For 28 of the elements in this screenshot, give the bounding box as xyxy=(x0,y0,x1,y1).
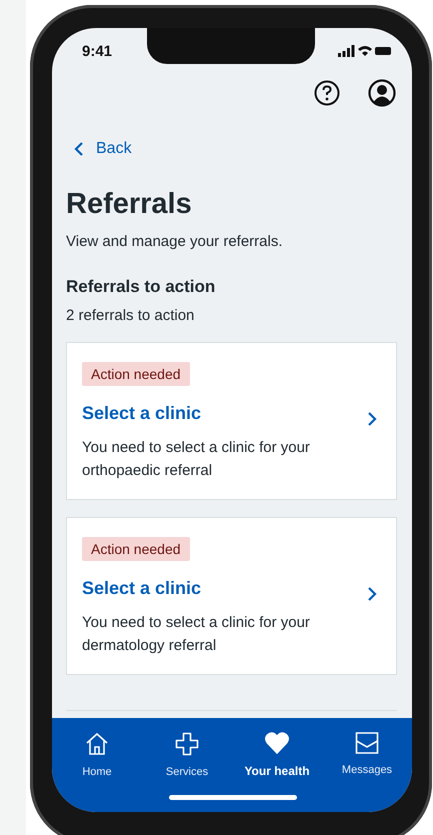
referral-description: You need to select a clinic for your orthopaedic referral xyxy=(82,438,311,481)
chevron-left-icon xyxy=(74,141,84,157)
referral-card[interactable]: Action needed Select a clinic You need to select a clinic for your dermatology referral xyxy=(66,517,397,675)
back-link[interactable]: Back xyxy=(74,140,132,158)
status-time: 9:41 xyxy=(82,42,112,60)
plus-icon xyxy=(175,732,199,756)
page-subtitle: View and manage your referrals. xyxy=(66,233,284,250)
account-icon[interactable] xyxy=(368,79,396,107)
chevron-right-icon xyxy=(367,411,377,427)
tab-item[interactable]: Home xyxy=(57,732,137,778)
status-tag: Action needed xyxy=(82,537,190,561)
heart-icon xyxy=(265,732,289,754)
home-icon xyxy=(85,732,109,756)
tab-item[interactable]: Messages xyxy=(327,732,407,778)
tab-item[interactable]: Your health xyxy=(237,732,317,778)
page-title: Referrals xyxy=(66,188,193,221)
referral-count: 2 referrals to action xyxy=(66,307,196,324)
envelope-icon xyxy=(355,732,379,754)
tab-item[interactable]: Services xyxy=(147,732,227,778)
section-heading: Referrals to action xyxy=(66,277,216,297)
referral-description: You need to select a clinic for your dermatology referral xyxy=(82,613,311,656)
status-tag: Action needed xyxy=(82,362,190,386)
chevron-right-icon xyxy=(367,586,377,602)
referral-card[interactable]: Action needed Select a clinic You need to select a clinic for your orthopaedic referral xyxy=(66,342,397,500)
referral-link[interactable]: Select a clinic xyxy=(82,578,202,599)
referral-link[interactable]: Select a clinic xyxy=(82,403,202,424)
help-icon[interactable] xyxy=(314,80,340,106)
status-icons xyxy=(338,45,392,57)
